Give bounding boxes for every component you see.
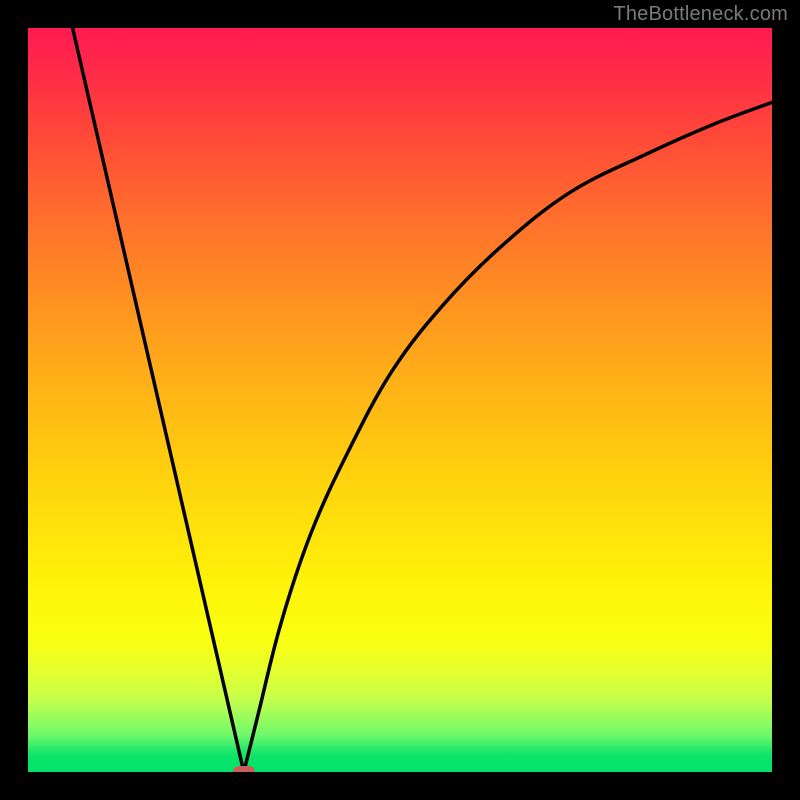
watermark-text: TheBottleneck.com	[613, 3, 788, 26]
min-marker	[233, 766, 255, 772]
right-curve	[244, 102, 772, 772]
left-curve	[73, 28, 244, 772]
plot-area	[28, 28, 772, 772]
curve-layer	[28, 28, 772, 772]
outer-frame: TheBottleneck.com	[0, 0, 800, 800]
